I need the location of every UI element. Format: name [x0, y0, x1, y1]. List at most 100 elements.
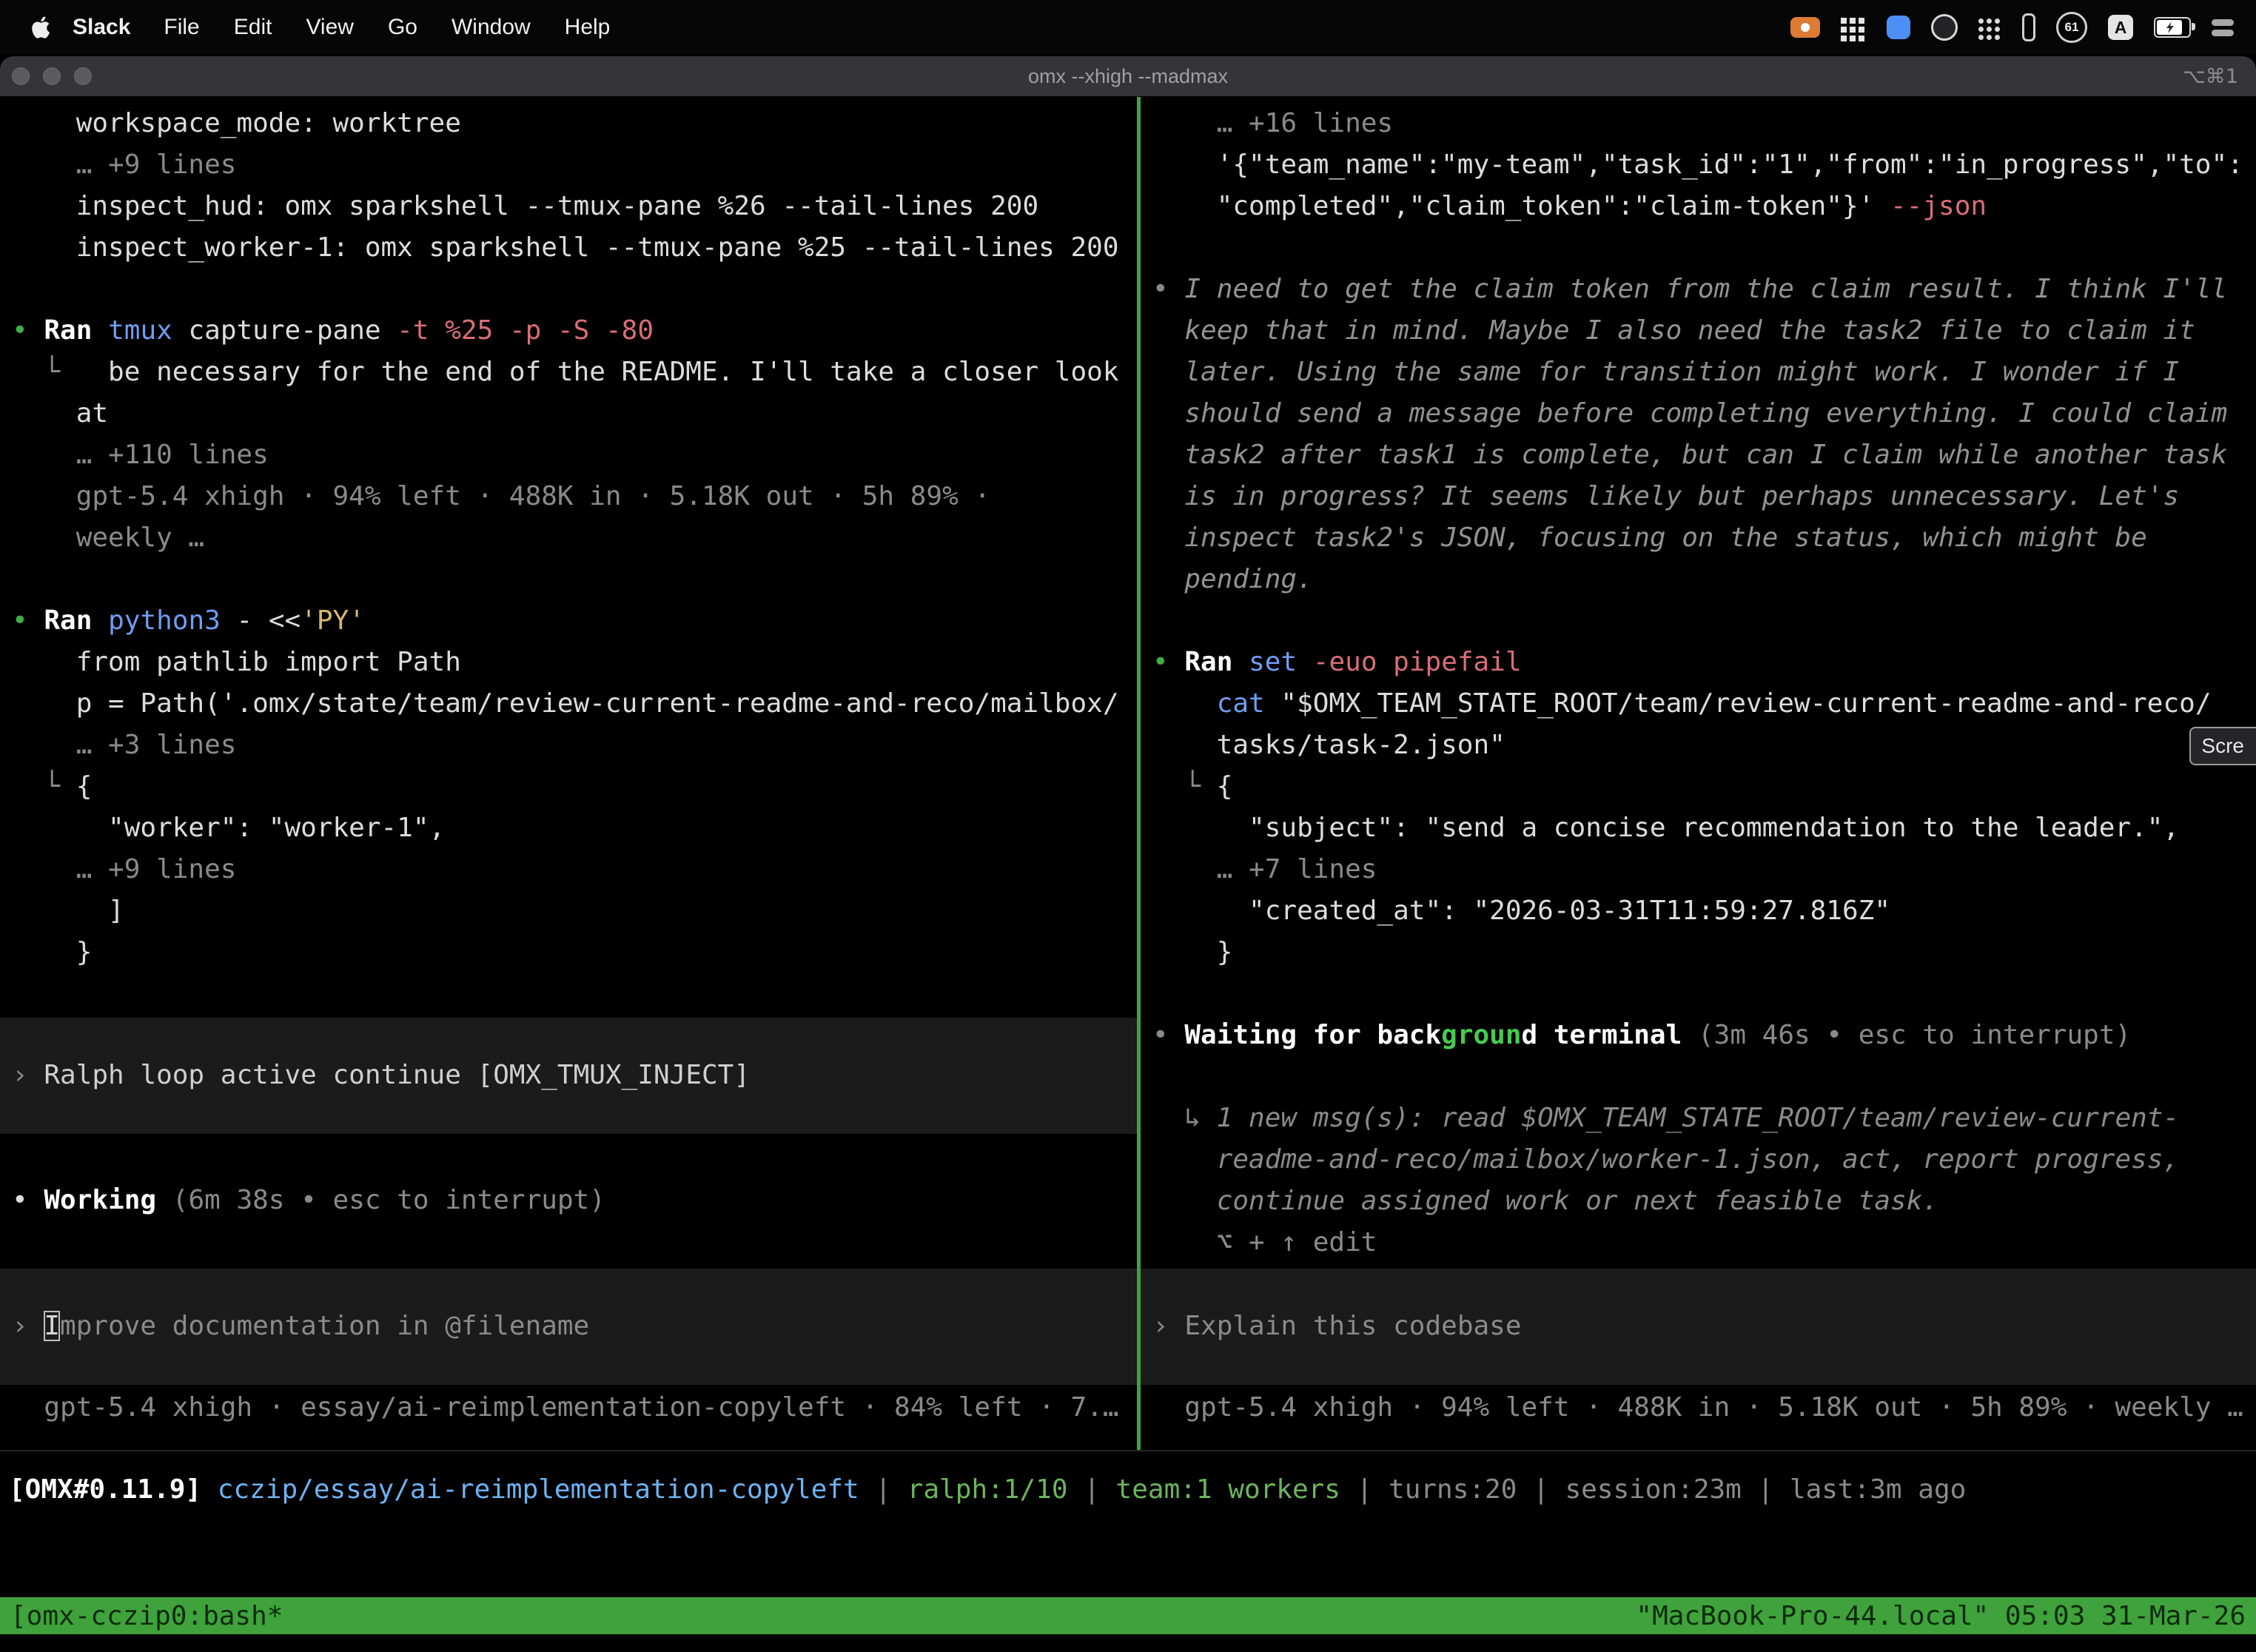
text-segment: last:3m ago [1790, 1474, 1966, 1505]
omx-status-line: [OMX#0.11.9] cczip/essay/ai-reimplementa… [0, 1451, 2256, 1511]
text-segment: turns:20 [1389, 1474, 1517, 1505]
text-segment: • [1152, 647, 1169, 677]
apple-icon [31, 16, 50, 39]
terminal-line [1152, 600, 2256, 642]
text-segment: weekly … [12, 523, 204, 553]
terminal-line [1152, 1056, 2256, 1098]
text-segment: task2 after task1 is complete, but can I… [1152, 440, 2227, 470]
terminal-line: └ be necessary for the end of the README… [12, 352, 1137, 393]
text-segment: › [12, 1060, 44, 1090]
terminal-line: '{"team_name":"my-team","task_id":"1","f… [1152, 144, 2256, 186]
text-segment [156, 1185, 172, 1215]
screen-recording-indicator[interactable] [1790, 17, 1820, 38]
terminal-line: • Ran python3 - <<'PY' [12, 600, 1137, 642]
text-segment: Working [44, 1185, 156, 1215]
text-segment: "completed","claim_token":"claim-token"}… [1152, 191, 1890, 221]
terminal-line: "completed","claim_token":"claim-token"}… [1152, 186, 2256, 227]
menu-view[interactable]: View [289, 15, 370, 40]
text-segment: gpt-5.4 xhigh · 94% left · 488K in · 5.1… [12, 481, 990, 511]
raycast-icon[interactable] [1887, 16, 1910, 39]
text-segment: } [12, 937, 92, 967]
text-segment [1682, 1020, 1698, 1050]
text-segment [1232, 647, 1249, 677]
battery-icon[interactable] [2154, 17, 2191, 38]
text-segment: cczip/essay/ai-reimplementation-copyleft [218, 1474, 859, 1505]
app-menu-slack[interactable]: Slack [56, 15, 147, 40]
text-segment: continue assigned work or next feasible … [1152, 1186, 1938, 1216]
text-segment [201, 1474, 218, 1505]
text-segment [1152, 688, 1217, 719]
text-segment: Explain this codebase [1184, 1311, 1521, 1341]
menu-file[interactable]: File [147, 15, 216, 40]
terminal-line: should send a message before completing … [1152, 393, 2256, 434]
terminal-line: • Ran set -euo pipefail [1152, 642, 2256, 683]
text-segment: [OMX#0.11.9] [9, 1474, 201, 1505]
text-segment: I need to get the claim token from the c… [1184, 274, 2227, 304]
text-segment: inspect_hud: omx sparkshell --tmux-pane … [12, 191, 1038, 221]
menu-window[interactable]: Window [434, 15, 548, 40]
text-segment: session:23m [1565, 1474, 1741, 1505]
terminal-line: from pathlib import Path [12, 642, 1137, 683]
terminal-line: "subject": "send a concise recommendatio… [1152, 807, 2256, 849]
text-segment: { [76, 771, 93, 802]
right-pane[interactable]: … +16 lines '{"team_name":"my-team","tas… [1141, 97, 2256, 1450]
terminal-line: inspect task2's JSON, focusing on the st… [1152, 517, 2256, 559]
text-segment: • [12, 1185, 28, 1215]
grid-icon[interactable] [1841, 18, 1866, 37]
stats-icon[interactable] [2022, 13, 2035, 41]
text-segment: └ [12, 357, 108, 387]
text-segment: -t %25 -p -S -80 [397, 315, 654, 346]
screen-popover[interactable]: Scre [2189, 727, 2256, 765]
text-segment: '{"team_name":"my-team","task_id":"1","f… [1152, 150, 2243, 180]
terminal-line: task2 after task1 is complete, but can I… [1152, 434, 2256, 476]
terminal-line: … +3 lines [12, 725, 1137, 766]
control-center-icon[interactable] [2212, 19, 2234, 36]
spacer [12, 1134, 1137, 1180]
text-segment: --json [1890, 191, 1987, 221]
window-title-bar[interactable]: omx --xhigh --madmax ⌥⌘1 [0, 56, 2256, 97]
menu-bar: Slack FileEditViewGoWindowHelp 61 A [0, 0, 2256, 55]
terminal-line: tasks/task-2.json" [1152, 725, 2256, 766]
text-segment: └ [12, 771, 76, 802]
text-segment: • [12, 605, 28, 636]
left-pane[interactable]: workspace_mode: worktree … +9 lines insp… [0, 97, 1137, 1450]
text-segment: readme-and-reco/mailbox/worker-1.json, a… [1152, 1144, 2179, 1175]
apple-menu[interactable] [31, 16, 50, 39]
terminal-line: "worker": "worker-1", [12, 807, 1137, 849]
prompt-band[interactable]: › Explain this codebase [1141, 1269, 2256, 1385]
terminal-line: • I need to get the claim token from the… [1152, 269, 2256, 310]
text-segment: "subject": "send a concise recommendatio… [1152, 813, 2179, 843]
terminal-line: • Working (6m 38s • esc to interrupt) [12, 1180, 1137, 1221]
text-segment [1297, 647, 1313, 677]
menu-edit[interactable]: Edit [217, 15, 289, 40]
prompt-band[interactable]: › Ralph loop active continue [OMX_TMUX_I… [0, 1018, 1137, 1134]
text-segment: 1 new msg(s): read $OMX_TEAM_STATE_ROOT/… [1217, 1103, 2179, 1133]
text-segment: | [1068, 1474, 1116, 1505]
terminal-line [1152, 973, 2256, 1015]
terminal-line: inspect_worker-1: omx sparkshell --tmux-… [12, 227, 1137, 269]
terminal-line: ] [12, 890, 1137, 932]
dots-grid-icon[interactable] [1978, 19, 2001, 37]
menu-go[interactable]: Go [371, 15, 434, 40]
terminal-line: p = Path('.omx/state/team/review-current… [12, 683, 1137, 725]
terminal-line: gpt-5.4 xhigh · essay/ai-reimplementatio… [12, 1387, 1137, 1428]
input-source-icon[interactable]: A [2108, 15, 2133, 40]
battery-percentage-icon[interactable]: 61 [2056, 12, 2087, 43]
menu-bar-status-icons: 61 A [1790, 12, 2234, 43]
spacer [1152, 1263, 2256, 1269]
prompt-band[interactable]: › Improve documentation in @filename [0, 1269, 1137, 1385]
text-segment: later. Using the same for transition mig… [1152, 357, 2179, 387]
text-segment: at [12, 398, 108, 429]
text-segment: ↳ [1152, 1103, 1217, 1133]
terminal-line: └ { [12, 766, 1137, 807]
tmux-status-bar: [omx-cczip0:bash* "MacBook-Pro-44.local"… [0, 1597, 2256, 1634]
text-segment: … +16 lines [1152, 108, 1393, 138]
text-segment: | [859, 1474, 907, 1505]
terminal-line: … +9 lines [12, 849, 1137, 890]
text-segment: set [1249, 647, 1297, 677]
browser-icon[interactable] [1931, 14, 1958, 41]
text-segment: cat [1217, 688, 1265, 719]
menu-help[interactable]: Help [548, 15, 628, 40]
text-segment [28, 315, 44, 346]
terminal-line [12, 269, 1137, 310]
